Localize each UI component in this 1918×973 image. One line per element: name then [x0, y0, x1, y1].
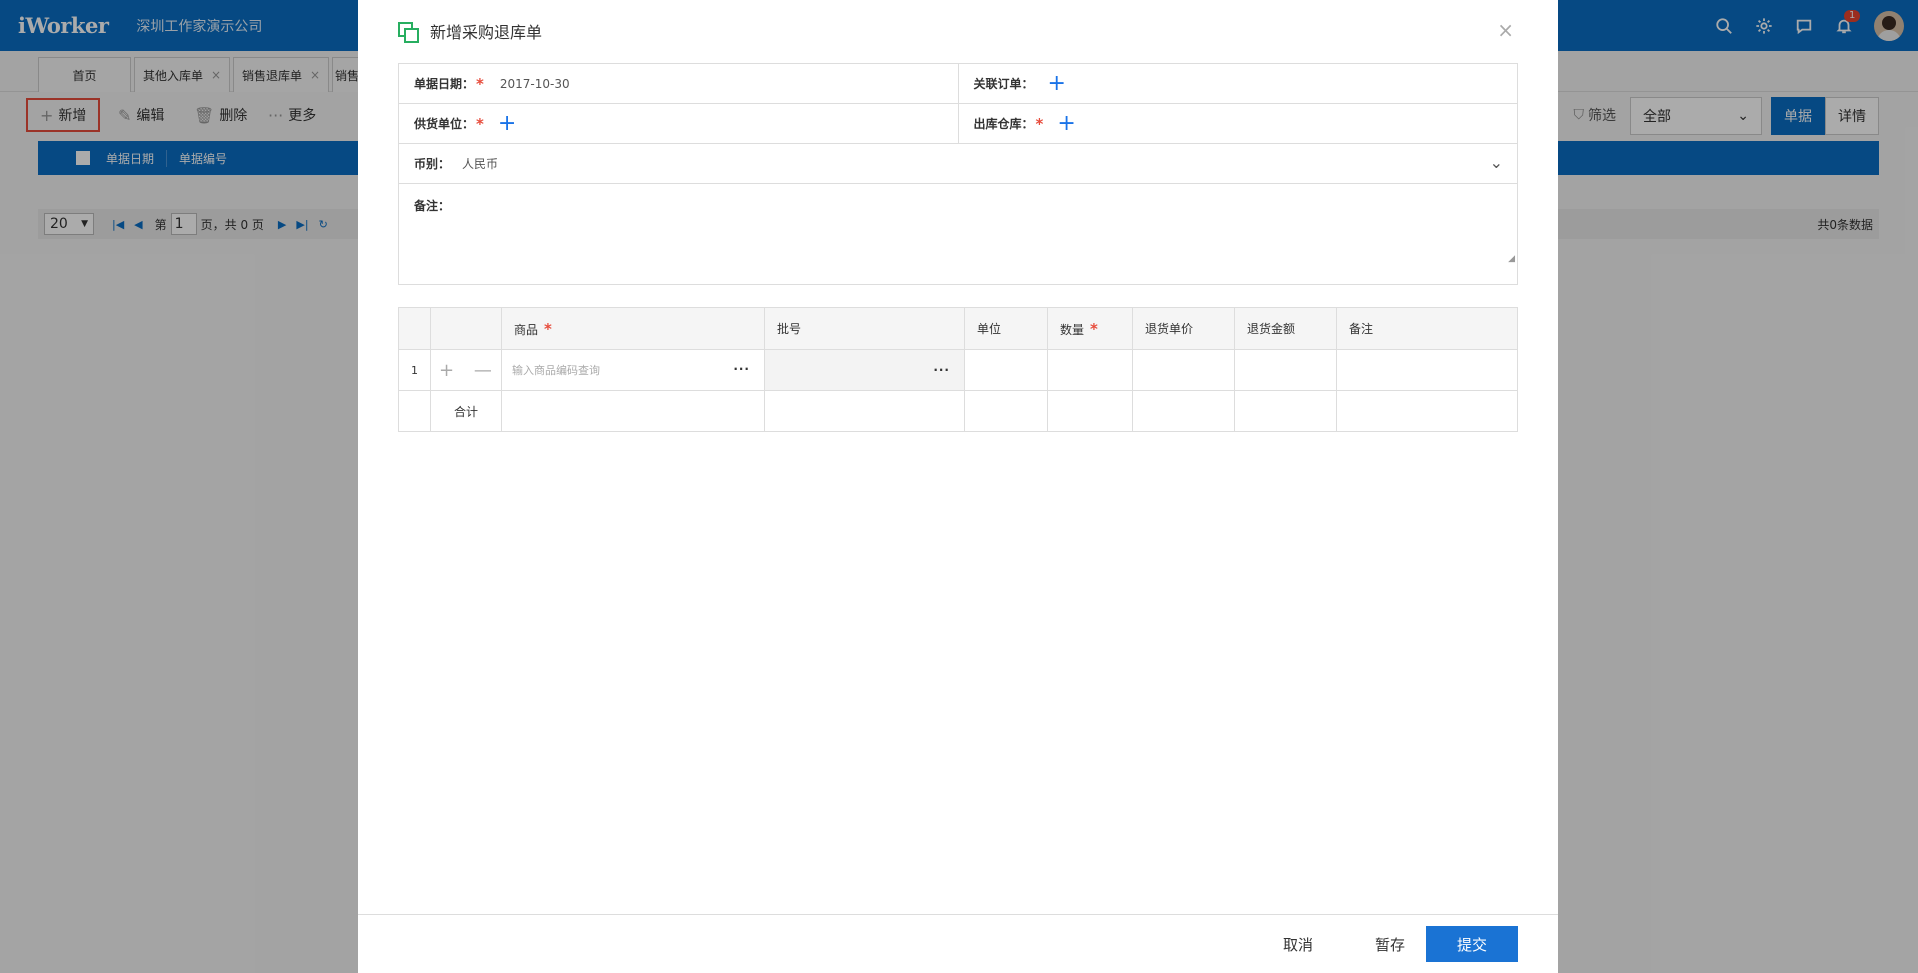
cancel-button[interactable]: 取消 — [1258, 926, 1338, 962]
required-mark: * — [476, 114, 484, 133]
unit-cell[interactable] — [964, 349, 1048, 391]
date-input[interactable]: 2017-10-30 — [500, 77, 570, 91]
remark-input[interactable] — [1336, 349, 1518, 391]
more-icon[interactable]: ··· — [933, 363, 950, 377]
warehouse-field: 出库仓库： * + — [957, 104, 1518, 143]
resize-handle-icon[interactable]: ◢ — [1508, 254, 1515, 264]
add-row-icon[interactable]: + — [439, 360, 454, 381]
required-mark: * — [1090, 319, 1098, 338]
price-input[interactable] — [1132, 349, 1235, 391]
save-draft-button[interactable]: 暂存 — [1350, 926, 1430, 962]
header-form: 单据日期： * 2017-10-30 关联订单： + 供货单位： * + 出库仓库：… — [398, 63, 1518, 285]
required-mark: * — [1035, 114, 1044, 133]
col-price: 退货单价 — [1132, 307, 1235, 350]
more-icon[interactable]: ··· — [733, 362, 750, 376]
table-row: 1 + — 输入商品编码查询 ··· ··· — [398, 349, 1518, 391]
chevron-down-icon: ⌄ — [1489, 153, 1503, 172]
add-purchase-return-dialog: 新增采购退库单 × 单据日期： * 2017-10-30 关联订单： + 供货单位… — [358, 0, 1558, 973]
dialog-footer: 取消 暂存 提交 — [358, 914, 1558, 973]
supplier-field: 供货单位： * + — [414, 110, 517, 136]
line-items-table: 商品 * 批号 单位 数量 * 退货单价 退货金额 备注 1 + — 输入商品编码查… — [398, 307, 1518, 432]
document-icon — [398, 22, 419, 43]
col-unit: 单位 — [964, 307, 1048, 350]
dialog-header: 新增采购退库单 × — [358, 0, 1558, 62]
currency-select[interactable]: 币别： 人民币 ⌄ — [399, 144, 1517, 184]
total-label: 合计 — [430, 390, 502, 432]
required-mark: * — [476, 74, 484, 93]
submit-button[interactable]: 提交 — [1426, 926, 1518, 962]
date-field: 单据日期： * 2017-10-30 — [414, 74, 570, 93]
total-row: 合计 — [398, 390, 1518, 432]
remove-row-icon[interactable]: — — [474, 360, 492, 381]
amount-cell[interactable] — [1234, 349, 1337, 391]
add-order-icon[interactable]: + — [1048, 72, 1066, 95]
dialog-title: 新增采购退库单 — [430, 23, 543, 42]
required-mark: * — [544, 319, 552, 338]
order-field: 关联订单： + — [957, 64, 1518, 103]
col-batch: 批号 — [764, 307, 965, 350]
close-icon[interactable]: × — [1497, 18, 1514, 42]
batch-input[interactable]: ··· — [764, 349, 965, 391]
product-input[interactable]: 输入商品编码查询 ··· — [501, 349, 765, 391]
add-warehouse-icon[interactable]: + — [1057, 112, 1075, 135]
remark-field[interactable]: 备注： ◢ — [399, 184, 1517, 284]
add-supplier-icon[interactable]: + — [498, 112, 516, 135]
col-product: 商品 * — [501, 307, 765, 350]
col-qty: 数量 * — [1047, 307, 1133, 350]
qty-input[interactable] — [1047, 349, 1133, 391]
row-index: 1 — [398, 349, 431, 391]
col-amount: 退货金额 — [1234, 307, 1337, 350]
col-remark: 备注 — [1336, 307, 1518, 350]
